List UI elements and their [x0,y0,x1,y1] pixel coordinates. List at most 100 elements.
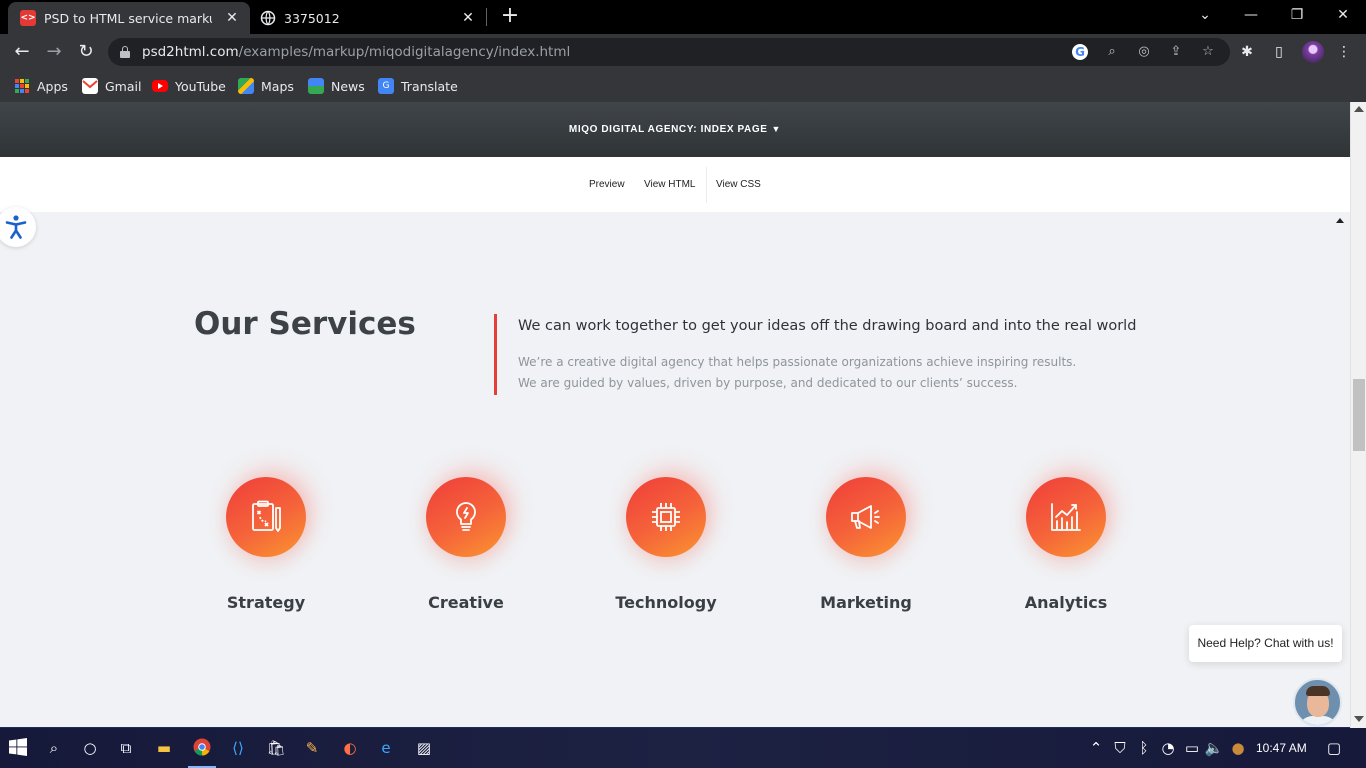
windows-taskbar: ⌕ ○ ⧉ ▬ ⟨⟩ 🛍 ✎ ◐ e ▨ ⌃ ⛉ ᛒ ◔ ▭ 🔈 ● 10:47… [0,728,1366,768]
chevron-down-icon: ▼ [771,124,782,134]
share-icon[interactable]: ⇪ [1166,42,1186,62]
reload-icon[interactable]: ↻ [74,40,98,64]
edge-icon[interactable]: e [376,738,396,758]
service-icon-circle [426,477,506,557]
preview-link[interactable]: Preview [589,179,625,190]
side-panel-icon[interactable]: ▯ [1269,42,1289,62]
lock-icon[interactable] [120,46,130,58]
tab-psd2html[interactable]: <> PSD to HTML service markup exa ✕ [8,2,250,34]
paint-icon[interactable]: ✎ [302,738,322,758]
page-scrollbar[interactable] [1350,102,1366,728]
bookmark-youtube[interactable]: YouTube [152,76,226,96]
bookmark-star-icon[interactable]: ☆ [1198,42,1218,62]
store-icon[interactable]: 🛍 [266,738,286,758]
wifi-icon[interactable]: ◔ [1158,738,1178,758]
close-tab-icon[interactable]: ✕ [224,10,240,26]
service-label: Analytics [1024,593,1108,612]
windows-start-icon[interactable] [8,738,28,758]
volume-icon[interactable]: 🔈 [1204,738,1224,758]
psd-header: MIQO DIGITAL AGENCY: INDEX PAGE ▼ [0,102,1350,157]
new-tab-button[interactable]: + [498,5,522,29]
battery-icon[interactable]: ▭ [1182,738,1202,758]
lightbulb-icon [456,502,476,531]
scrollbar-thumb[interactable] [1353,379,1365,451]
menu-dots-icon[interactable]: ⋮ [1334,42,1354,62]
accessibility-button[interactable] [0,207,36,247]
service-analytics[interactable]: Analytics [966,477,1166,612]
security-icon[interactable]: ⛉ [1110,738,1130,758]
eye-off-icon[interactable]: ◎ [1134,42,1154,62]
tab-separator [486,8,487,26]
system-clock[interactable]: 10:47 AM [1256,741,1307,755]
tab-3375012[interactable]: 3375012 ✕ [250,2,486,34]
photos-icon[interactable]: ▨ [414,738,434,758]
psd-subnav: Preview View HTML View CSS [0,157,1350,212]
bookmark-news[interactable]: News [308,76,365,96]
service-icon-circle [1026,477,1106,557]
close-window-button[interactable]: ✕ [1320,0,1366,32]
service-technology[interactable]: Technology [566,477,766,612]
bar-chart-icon [1051,503,1081,531]
minimize-button[interactable]: — [1228,0,1274,32]
bookmark-translate[interactable]: G Translate [378,76,458,96]
scroll-up-arrow-icon[interactable] [1354,106,1364,112]
address-bar[interactable]: psd2html.com/examples/markup/miqodigital… [108,38,1230,66]
bluetooth-icon[interactable]: ᛒ [1134,738,1154,758]
accessibility-icon [5,215,27,239]
url-text[interactable]: psd2html.com/examples/markup/miqodigital… [142,44,570,60]
project-dropdown[interactable]: MIQO DIGITAL AGENCY: INDEX PAGE ▼ [569,124,781,135]
services-description-line-1: We’re a creative digital agency that hel… [518,355,1077,369]
close-tab-icon[interactable]: ✕ [460,10,476,26]
profile-avatar[interactable] [1302,41,1324,63]
chat-agent-avatar[interactable] [1293,678,1342,727]
cortana-icon[interactable]: ○ [80,738,100,758]
app-icon[interactable]: ◐ [340,738,360,758]
service-marketing[interactable]: Marketing [766,477,966,612]
chip-icon [652,503,680,531]
service-icon-circle [826,477,906,557]
tray-chevron-icon[interactable]: ⌃ [1086,738,1106,758]
service-label: Technology [615,593,717,612]
service-creative[interactable]: Creative [366,477,566,612]
restore-button[interactable]: ❐ [1274,0,1320,32]
back-arrow-icon[interactable]: ← [10,40,34,64]
extensions-puzzle-icon[interactable]: ✱ [1237,42,1257,62]
view-css-link[interactable]: View CSS [716,179,761,190]
bookmark-apps[interactable]: Apps [14,76,68,96]
youtube-icon [152,80,168,92]
forward-arrow-icon[interactable]: → [42,40,66,64]
file-explorer-icon[interactable]: ▬ [154,738,174,758]
bookmark-gmail[interactable]: Gmail [82,76,141,96]
subnav-divider [706,167,707,203]
maps-icon [238,78,254,94]
google-lens-icon[interactable]: G [1072,44,1088,60]
weather-icon[interactable]: ● [1228,738,1248,758]
zoom-icon[interactable]: ⌕ [1102,42,1122,62]
page-title: MIQO DIGITAL AGENCY: INDEX PAGE [568,124,768,135]
service-strategy[interactable]: Strategy [166,477,366,612]
task-view-icon[interactable]: ⧉ [116,738,136,758]
notifications-icon[interactable]: ▢ [1324,738,1344,758]
apps-grid-icon [14,78,30,94]
translate-icon: G [378,78,394,94]
browser-toolbar: ← → ↻ psd2html.com/examples/markup/miqod… [0,34,1366,70]
globe-icon [260,10,276,26]
accent-divider [494,314,497,395]
chrome-icon[interactable] [192,738,212,758]
tab-search-chevron-icon[interactable]: ⌄ [1182,0,1228,32]
view-html-link[interactable]: View HTML [644,179,696,190]
gmail-icon [82,78,98,94]
scroll-down-arrow-icon[interactable] [1354,716,1364,722]
scroll-top-icon[interactable] [1336,218,1344,223]
megaphone-icon [851,505,880,529]
vscode-icon[interactable]: ⟨⟩ [228,738,248,758]
page-viewport: MIQO DIGITAL AGENCY: INDEX PAGE ▼ Preview… [0,102,1350,728]
bookmark-maps[interactable]: Maps [238,76,294,96]
strategy-board-icon [252,500,281,532]
service-label: Creative [428,593,504,612]
chat-help-bubble[interactable]: Need Help? Chat with us! [1189,625,1342,662]
service-icon-circle [626,477,706,557]
service-icon-circle [226,477,306,557]
search-icon[interactable]: ⌕ [44,738,64,758]
services-description-line-2: We are guided by values, driven by purpo… [518,376,1018,390]
